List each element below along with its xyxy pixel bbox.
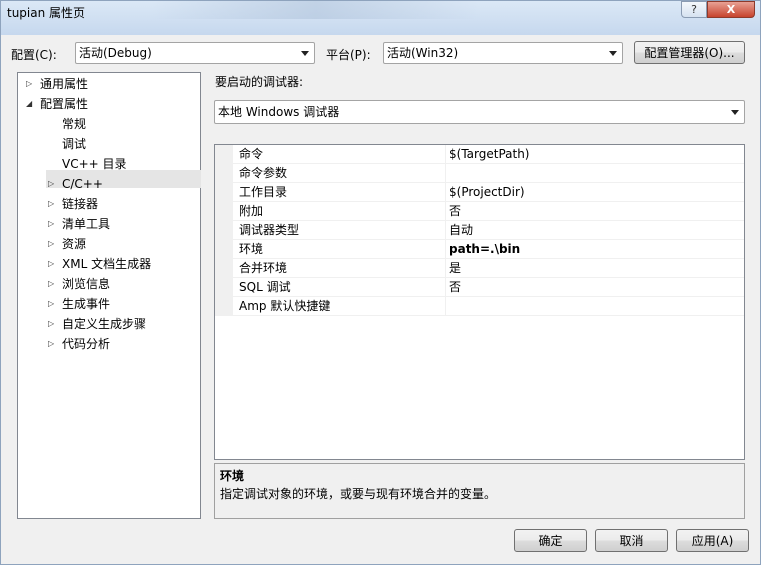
expand-arrow-icon[interactable]: ▷ — [48, 195, 62, 213]
tree-item-label: 浏览信息 — [62, 277, 111, 291]
description-panel: 环境 指定调试对象的环境，或要与现有环境合并的变量。 — [214, 463, 745, 519]
property-value[interactable] — [446, 164, 743, 183]
tree-item-label: C/C++ — [62, 177, 103, 191]
property-row[interactable]: 附加 否 — [233, 202, 744, 221]
property-row[interactable]: SQL 调试 否 — [233, 278, 744, 297]
tree-item-custom-build-step[interactable]: ▷ 自定义生成步骤 — [48, 315, 146, 333]
tree-item-label: VC++ 目录 — [62, 157, 127, 171]
property-value[interactable]: $(TargetPath) — [446, 145, 743, 164]
tree-item-build-events[interactable]: ▷ 生成事件 — [48, 295, 110, 313]
help-button[interactable]: ? — [681, 1, 707, 18]
chevron-down-icon — [301, 51, 309, 56]
property-value[interactable] — [446, 297, 743, 316]
platform-dropdown-value: 活动(Win32) — [387, 46, 459, 60]
property-name: 工作目录 — [233, 183, 446, 202]
property-row[interactable]: 命令 $(TargetPath) — [233, 145, 744, 164]
cancel-button[interactable]: 取消 — [595, 529, 668, 552]
property-name: SQL 调试 — [233, 278, 446, 297]
tree-item-c-cpp[interactable]: ▷ C/C++ — [48, 175, 103, 193]
property-row[interactable]: 工作目录 $(ProjectDir) — [233, 183, 744, 202]
property-tree[interactable]: ▷ 通用属性 ◢ 配置属性 常规 调试 VC++ 目录 ▷ C/C++ ▷ 链接器 ▷ 清… — [17, 72, 201, 519]
property-name: Amp 默认快捷键 — [233, 297, 446, 316]
tree-item-label: 调试 — [62, 137, 87, 151]
chevron-down-icon — [609, 51, 617, 56]
tree-item-common-properties[interactable]: ▷ 通用属性 — [26, 75, 88, 93]
tree-item-label: 资源 — [62, 237, 87, 251]
window-title: tupian 属性页 — [7, 6, 86, 20]
tree-item-label: 常规 — [62, 117, 87, 131]
property-name: 环境 — [233, 240, 446, 259]
property-value[interactable]: 自动 — [446, 221, 743, 240]
tree-item-debugging[interactable]: 调试 — [62, 135, 86, 153]
collapse-arrow-icon[interactable]: ◢ — [26, 95, 40, 113]
property-name: 附加 — [233, 202, 446, 221]
property-pages-window: tupian 属性页 ? X 配置(C): 活动(Debug) 平台(P): 活… — [0, 0, 761, 565]
tree-item-config-properties[interactable]: ◢ 配置属性 — [26, 95, 88, 113]
property-value[interactable]: path=.\bin — [446, 240, 743, 259]
tree-item-label: 生成事件 — [62, 297, 111, 311]
property-name: 命令 — [233, 145, 446, 164]
tree-item-label: 链接器 — [62, 197, 99, 211]
description-title: 环境 — [220, 469, 245, 483]
apply-button[interactable]: 应用(A) — [676, 529, 749, 552]
dialog-content: 配置(C): 活动(Debug) 平台(P): 活动(Win32) 配置管理器(… — [7, 35, 755, 559]
config-dropdown[interactable]: 活动(Debug) — [75, 42, 315, 64]
title-bar-background-blur — [151, 1, 481, 19]
expand-arrow-icon[interactable]: ▷ — [48, 315, 62, 333]
tree-item-linker[interactable]: ▷ 链接器 — [48, 195, 98, 213]
tree-item-vc-directories[interactable]: VC++ 目录 — [62, 155, 127, 173]
expand-arrow-icon[interactable]: ▷ — [48, 235, 62, 253]
property-row[interactable]: Amp 默认快捷键 — [233, 297, 744, 316]
tree-item-label: 通用属性 — [40, 77, 89, 91]
property-value[interactable]: $(ProjectDir) — [446, 183, 743, 202]
ok-button[interactable]: 确定 — [514, 529, 587, 552]
configuration-manager-button[interactable]: 配置管理器(O)... — [634, 41, 745, 64]
tree-item-manifest-tool[interactable]: ▷ 清单工具 — [48, 215, 110, 233]
debugger-dropdown-value: 本地 Windows 调试器 — [218, 105, 340, 119]
expand-arrow-icon[interactable]: ▷ — [26, 75, 40, 93]
expand-arrow-icon[interactable]: ▷ — [48, 215, 62, 233]
config-dropdown-value: 活动(Debug) — [79, 46, 152, 60]
config-label: 配置(C): — [11, 48, 57, 62]
property-value[interactable]: 否 — [446, 278, 743, 297]
tree-item-label: 代码分析 — [62, 337, 111, 351]
platform-dropdown[interactable]: 活动(Win32) — [383, 42, 623, 64]
description-text: 指定调试对象的环境，或要与现有环境合并的变量。 — [220, 487, 497, 501]
property-name: 命令参数 — [233, 164, 446, 183]
property-name: 调试器类型 — [233, 221, 446, 240]
tree-item-general[interactable]: 常规 — [62, 115, 86, 133]
expand-arrow-icon[interactable]: ▷ — [48, 275, 62, 293]
property-grid: 命令 $(TargetPath) 命令参数 工作目录 $(ProjectDir)… — [214, 144, 745, 460]
expand-arrow-icon[interactable]: ▷ — [48, 295, 62, 313]
tree-item-browse-info[interactable]: ▷ 浏览信息 — [48, 275, 110, 293]
property-row[interactable]: 命令参数 — [233, 164, 744, 183]
property-row[interactable]: 调试器类型 自动 — [233, 221, 744, 240]
expand-arrow-icon[interactable]: ▷ — [48, 335, 62, 353]
property-name: 合并环境 — [233, 259, 446, 278]
close-button[interactable]: X — [707, 1, 755, 18]
property-value[interactable]: 否 — [446, 202, 743, 221]
tree-item-label: 配置属性 — [40, 97, 89, 111]
chevron-down-icon — [731, 110, 739, 115]
property-row[interactable]: 合并环境 是 — [233, 259, 744, 278]
tree-item-label: 清单工具 — [62, 217, 111, 231]
expand-arrow-icon[interactable]: ▷ — [48, 255, 62, 273]
property-grid-gutter — [215, 145, 233, 316]
expand-arrow-icon[interactable]: ▷ — [48, 175, 62, 193]
debugger-label: 要启动的调试器: — [215, 75, 304, 89]
title-bar[interactable]: tupian 属性页 ? X — [1, 1, 760, 35]
tree-item-label: XML 文档生成器 — [62, 257, 152, 271]
tree-item-code-analysis[interactable]: ▷ 代码分析 — [48, 335, 110, 353]
property-row-selected[interactable]: 环境 path=.\bin — [233, 240, 744, 259]
property-value[interactable]: 是 — [446, 259, 743, 278]
tree-item-resources[interactable]: ▷ 资源 — [48, 235, 86, 253]
debugger-dropdown[interactable]: 本地 Windows 调试器 — [214, 100, 745, 124]
tree-item-label: 自定义生成步骤 — [62, 317, 147, 331]
platform-label: 平台(P): — [326, 48, 371, 62]
tree-item-xml-doc-generator[interactable]: ▷ XML 文档生成器 — [48, 255, 151, 273]
